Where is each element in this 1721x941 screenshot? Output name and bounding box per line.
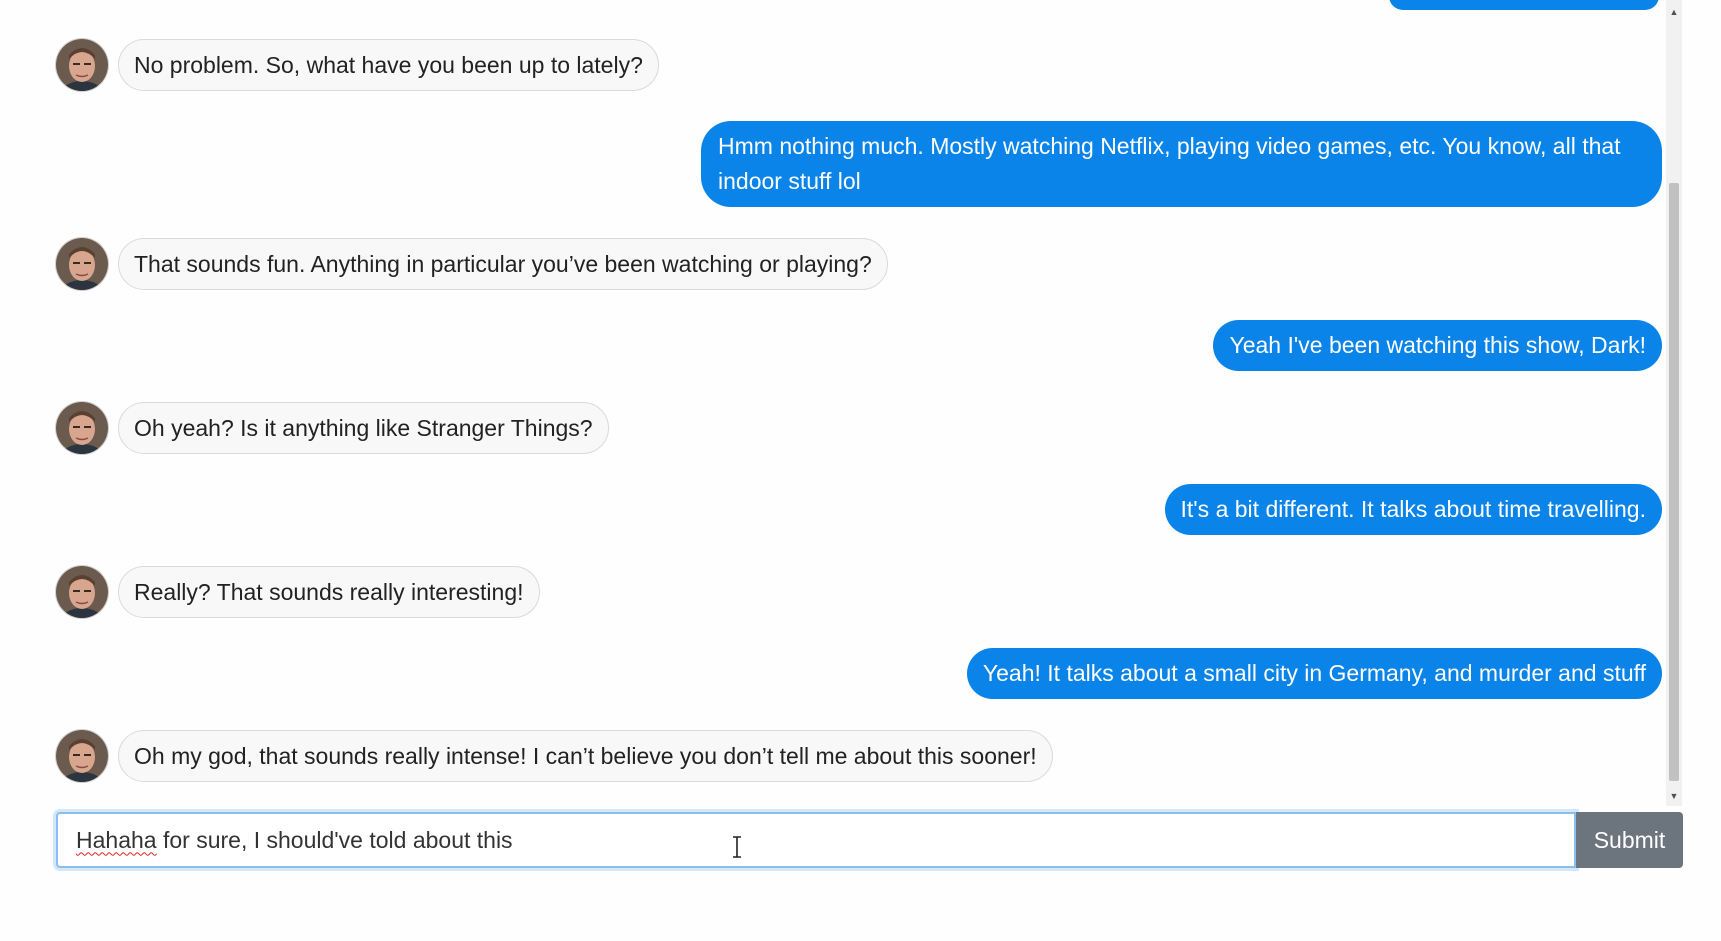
scroll-down-arrow-icon[interactable]: ▼ bbox=[1666, 788, 1682, 804]
message-input[interactable]: Hahaha for sure, I should've told about … bbox=[56, 812, 1576, 868]
bot-avatar-photo bbox=[56, 730, 108, 782]
bot-message: No problem. So, what have you been up to… bbox=[56, 39, 659, 91]
user-message-text: Yeah! It talks about a small city in Ger… bbox=[966, 648, 1662, 699]
composer: Hahaha for sure, I should've told about … bbox=[56, 812, 1683, 868]
bot-avatar bbox=[56, 402, 108, 454]
scroll-thumb[interactable] bbox=[1669, 183, 1679, 781]
bot-message: That sounds fun. Anything in particular … bbox=[56, 238, 888, 290]
bot-message: Really? That sounds really interesting! bbox=[56, 566, 540, 618]
bot-avatar bbox=[56, 238, 108, 290]
input-text: for sure, I should've told about this bbox=[156, 826, 513, 853]
chat-scrollbar[interactable]: ▲ ▼ bbox=[1666, 0, 1682, 806]
user-message-text: Hmm nothing much. Mostly watching Netfli… bbox=[701, 121, 1662, 207]
misspelled-word: Hahaha bbox=[76, 826, 157, 853]
user-message-text: It's a bit different. It talks about tim… bbox=[1164, 484, 1662, 535]
bot-avatar bbox=[56, 730, 108, 782]
bot-message-text: That sounds fun. Anything in particular … bbox=[118, 238, 888, 290]
user-message: Yeah! It talks about a small city in Ger… bbox=[966, 648, 1662, 699]
bot-avatar-photo bbox=[56, 566, 108, 618]
user-message: It's a bit different. It talks about tim… bbox=[1164, 484, 1662, 535]
bot-message: Oh yeah? Is it anything like Stranger Th… bbox=[56, 402, 609, 454]
text-cursor-icon bbox=[733, 836, 741, 858]
bot-message-text: Oh my god, that sounds really intense! I… bbox=[118, 730, 1053, 782]
bot-avatar-photo bbox=[56, 238, 108, 290]
submit-button[interactable]: Submit bbox=[1576, 812, 1683, 868]
bot-message-text: Really? That sounds really interesting! bbox=[118, 566, 540, 618]
user-message: Yeah I've been watching this show, Dark! bbox=[1213, 320, 1662, 371]
bot-avatar-photo bbox=[56, 402, 108, 454]
bot-avatar-photo bbox=[56, 39, 108, 91]
user-message: Hmm nothing much. Mostly watching Netfli… bbox=[701, 121, 1662, 207]
bot-message: Oh my god, that sounds really intense! I… bbox=[56, 730, 1053, 782]
bot-avatar bbox=[56, 566, 108, 618]
bot-message-text: Oh yeah? Is it anything like Stranger Th… bbox=[118, 402, 609, 454]
message-list[interactable]: No problem. So, what have you been up to… bbox=[0, 0, 1666, 805]
chat-app: No problem. So, what have you been up to… bbox=[0, 0, 1721, 941]
user-message-text: Yeah I've been watching this show, Dark! bbox=[1213, 320, 1662, 371]
bot-avatar bbox=[56, 39, 108, 91]
bot-message-text: No problem. So, what have you been up to… bbox=[118, 39, 659, 91]
previous-user-message bbox=[1389, 0, 1659, 10]
scroll-up-arrow-icon[interactable]: ▲ bbox=[1666, 4, 1682, 20]
